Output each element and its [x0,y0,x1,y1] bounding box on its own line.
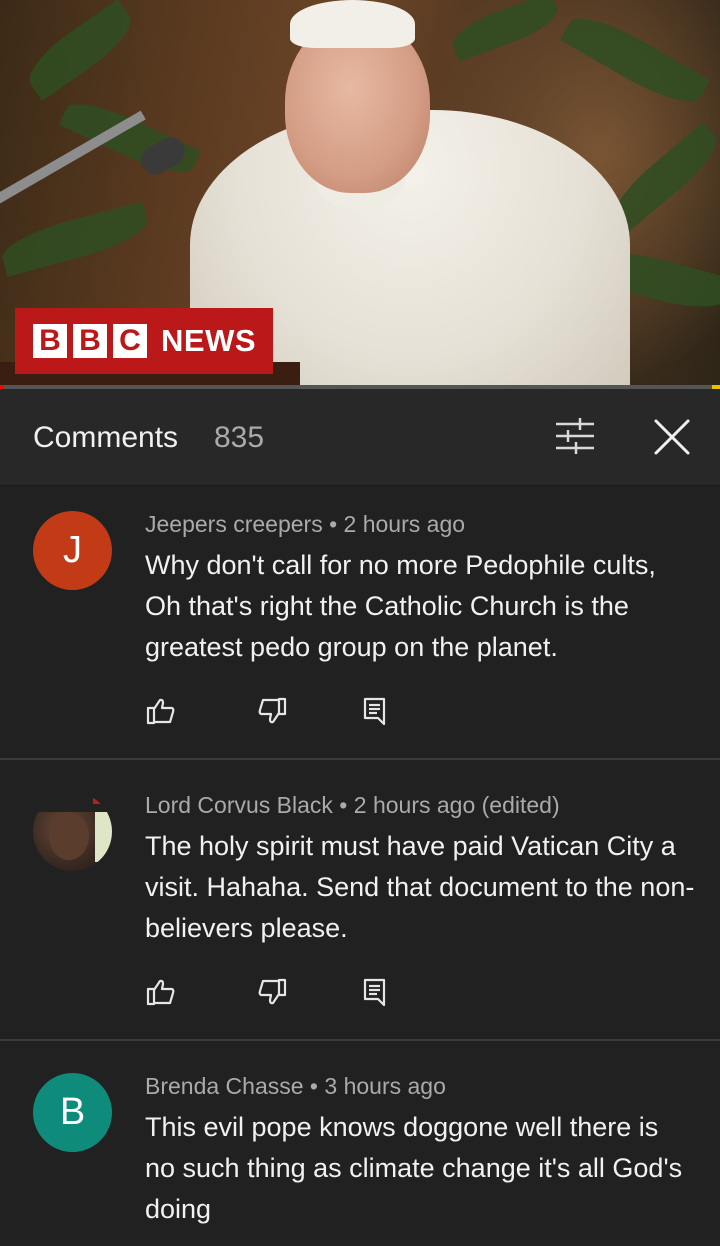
logo-text: NEWS [161,323,256,358]
user-photo-icon [33,792,112,862]
like-button[interactable] [145,976,177,1008]
comment-time: 2 hours ago (edited) [353,792,560,818]
avatar-letter: B [59,1091,86,1133]
video-player[interactable]: B B C NEWS [0,0,720,389]
comment-author[interactable]: Lord Corvus Black [145,792,333,818]
comment-author[interactable]: Jeepers creepers [145,511,323,537]
comments-title: Comments [33,421,179,454]
bbc-news-logo: B B C NEWS [15,308,273,374]
comment-divider [0,1039,720,1041]
comment-divider [0,758,720,760]
logo-letter: B [73,324,107,358]
comment-meta: Jeepers creepers • 2 hours ago [145,511,465,538]
comment-meta: Brenda Chasse • 3 hours ago [145,1073,446,1100]
like-button[interactable] [145,695,177,727]
logo-letter: B [33,324,67,358]
reply-button[interactable] [359,976,391,1008]
comment-meta: Lord Corvus Black • 2 hours ago (edited) [145,792,560,819]
thumbs-down-icon [258,697,287,724]
meta-separator: • [303,1073,325,1099]
reply-button[interactable] [359,695,391,727]
palm-leaf [0,201,153,277]
dislike-button[interactable] [256,976,288,1008]
comment-time: 2 hours ago [343,511,466,537]
avatar[interactable] [33,792,112,871]
comment-item: Lord Corvus Black • 2 hours ago (edited)… [0,768,720,1041]
comment-item: J Jeepers creepers • 2 hours ago Why don… [0,487,720,760]
close-comments-button[interactable] [648,413,696,461]
palm-leaf [19,0,141,101]
comment-text: The holy spirit must have paid Vatican C… [145,831,695,943]
comment-time: 3 hours ago [324,1073,446,1099]
speaker-cap [290,0,415,48]
comment-text: This evil pope knows doggone well there … [145,1112,683,1224]
avatar[interactable]: J [33,511,112,590]
logo-letter: C [113,324,147,358]
sort-filter-button[interactable] [550,415,602,459]
comments-header: Comments 835 [0,389,720,486]
avatar[interactable]: B [33,1073,112,1152]
palm-leaf [58,92,202,184]
comment-text: Why don't call for no more Pedophile cul… [145,550,656,662]
thumbs-down-icon [258,978,287,1005]
dislike-button[interactable] [256,695,288,727]
comment-author[interactable]: Brenda Chasse [145,1073,304,1099]
reply-icon [363,697,386,726]
reply-icon [363,978,386,1007]
close-icon [654,419,690,455]
comments-count: 835 [214,421,265,454]
meta-separator: • [322,511,344,537]
comment-item: B Brenda Chasse • 3 hours ago This evil … [0,1049,720,1246]
thumbs-up-icon [146,979,175,1006]
avatar-letter: J [63,529,82,571]
sliders-icon [556,418,594,454]
meta-separator: • [332,792,354,818]
thumbs-up-icon [146,698,175,725]
